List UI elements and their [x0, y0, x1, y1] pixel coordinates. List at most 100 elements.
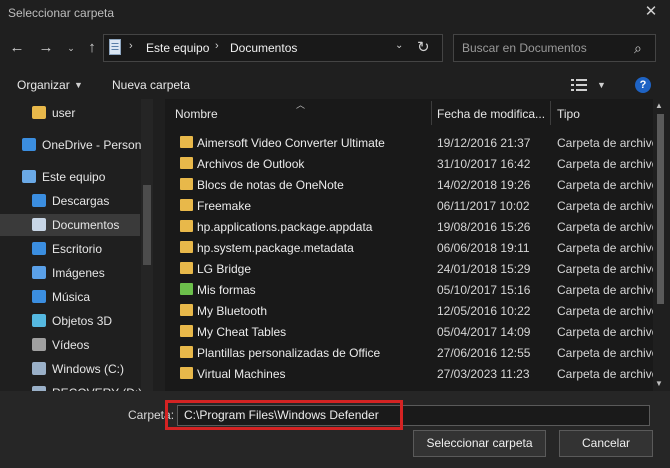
organize-caret-icon[interactable]: ▼	[74, 80, 83, 90]
column-date-header[interactable]: Fecha de modifica...	[437, 107, 545, 121]
back-arrow-icon[interactable]: ←	[7, 38, 27, 58]
table-row[interactable]: hp.applications.package.appdata 19/08/201…	[165, 216, 653, 237]
file-list-scrollbar-thumb[interactable]	[657, 114, 664, 304]
sidebar-item[interactable]: user	[0, 102, 140, 124]
document-icon	[109, 39, 121, 55]
sidebar-item-label: Música	[52, 290, 91, 304]
sidebar-item[interactable]: Imágenes	[0, 262, 140, 284]
file-list-header: ︿ Nombre Fecha de modifica... Tipo	[165, 99, 653, 127]
breadcrumb-documentos[interactable]: Documentos	[230, 41, 297, 55]
sidebar-item[interactable]: RECOVERY (D:)	[0, 382, 142, 391]
folder-icon	[180, 346, 193, 358]
sidebar-item-label: Documentos	[52, 218, 120, 232]
sidebar-item[interactable]: OneDrive - Person	[0, 134, 141, 156]
file-name: Archivos de Outlook	[197, 157, 305, 171]
table-row[interactable]: Plantillas personalizadas de Office 27/06…	[165, 342, 653, 363]
file-list[interactable]: ︿ Nombre Fecha de modifica... Tipo Aimer…	[165, 99, 653, 391]
sidebar-item-label: Objetos 3D	[52, 314, 113, 328]
file-name: hp.applications.package.appdata	[197, 220, 373, 234]
folder-icon	[180, 220, 193, 232]
close-icon[interactable]: ✕	[641, 2, 661, 22]
help-icon[interactable]: ?	[635, 77, 651, 93]
navigation-scrollbar-thumb[interactable]	[143, 185, 151, 265]
search-icon[interactable]: ⌕	[634, 40, 642, 57]
file-date: 19/08/2016 15:26	[437, 220, 531, 234]
sidebar-item[interactable]: Escritorio	[0, 238, 140, 260]
navigation-pane[interactable]: user OneDrive - Person Este equipo Descarga…	[0, 99, 155, 391]
file-type: Carpeta de archivos	[557, 157, 653, 171]
view-options-caret-icon[interactable]: ▼	[597, 80, 606, 90]
search-input[interactable]: Buscar en Documentos ⌕	[453, 34, 656, 62]
videos-icon	[32, 338, 46, 351]
breadcrumb-separator-icon[interactable]: ›	[215, 40, 219, 52]
file-type: Carpeta de archivos	[557, 346, 653, 360]
breadcrumb-este-equipo[interactable]: Este equipo	[146, 41, 209, 55]
table-row[interactable]: Aimersoft Video Converter Ultimate 19/12/…	[165, 132, 653, 153]
column-type-header[interactable]: Tipo	[557, 107, 580, 121]
objects3d-icon	[32, 314, 46, 327]
scroll-up-arrow-icon[interactable]: ▲	[655, 101, 663, 110]
address-bar[interactable]: › Este equipo › Documentos ⌄ ↻	[103, 34, 443, 62]
address-dropdown-chevron-icon[interactable]: ⌄	[395, 40, 403, 51]
download-icon	[32, 194, 46, 207]
column-name-header[interactable]: Nombre	[175, 107, 218, 121]
file-date: 24/01/2018 15:29	[437, 262, 531, 276]
search-placeholder: Buscar en Documentos	[462, 41, 587, 55]
table-row[interactable]: LG Bridge 24/01/2018 15:29 Carpeta de arch…	[165, 258, 653, 279]
folder-icon	[180, 325, 193, 337]
file-type: Carpeta de archivos	[557, 199, 653, 213]
table-row[interactable]: Archivos de Outlook 31/10/2017 16:42 Carpe…	[165, 153, 653, 174]
breadcrumb-separator-icon[interactable]: ›	[129, 40, 133, 52]
sidebar-item-label: Escritorio	[52, 242, 103, 256]
table-row[interactable]: Freemake 06/11/2017 10:02 Carpeta de archi…	[165, 195, 653, 216]
cancel-button[interactable]: Cancelar	[559, 430, 653, 457]
table-row[interactable]: Virtual Machines 27/03/2023 11:23 Carpeta …	[165, 363, 653, 384]
column-divider[interactable]	[550, 101, 551, 125]
file-date: 12/05/2016 10:22	[437, 304, 531, 318]
file-type: Carpeta de archivos	[557, 262, 653, 276]
sidebar-item-label: user	[52, 106, 76, 120]
file-type: Carpeta de archivos	[557, 220, 653, 234]
up-arrow-icon[interactable]: ↑	[82, 38, 102, 58]
file-name: My Cheat Tables	[197, 325, 287, 339]
folder-icon	[180, 136, 193, 148]
sidebar-item[interactable]: Windows (C:)	[0, 358, 140, 380]
file-date: 05/04/2017 14:09	[437, 325, 531, 339]
table-row[interactable]: My Bluetooth 12/05/2016 10:22 Carpeta de a…	[165, 300, 653, 321]
file-type: Carpeta de archivos	[557, 367, 653, 381]
folder-icon	[32, 106, 46, 119]
document-icon	[32, 218, 46, 231]
scroll-down-arrow-icon[interactable]: ▼	[655, 379, 663, 388]
view-options-icon[interactable]	[571, 78, 587, 92]
sidebar-item[interactable]: Documentos	[0, 214, 140, 236]
file-type: Carpeta de archivos	[557, 136, 653, 150]
folder-icon	[180, 157, 193, 169]
file-name: LG Bridge	[197, 262, 252, 276]
organize-button[interactable]: Organizar	[17, 78, 70, 92]
select-folder-button[interactable]: Seleccionar carpeta	[413, 430, 546, 457]
sidebar-item[interactable]: Música	[0, 286, 140, 308]
sidebar-item[interactable]: Objetos 3D	[0, 310, 140, 332]
file-date: 14/02/2018 19:26	[437, 178, 531, 192]
recent-locations-chevron-icon[interactable]: ⌄	[61, 38, 81, 58]
table-row[interactable]: hp.system.package.metadata 06/06/2018 19:…	[165, 237, 653, 258]
file-type: Carpeta de archivos	[557, 241, 653, 255]
file-date: 05/10/2017 15:16	[437, 283, 531, 297]
table-row[interactable]: My Cheat Tables 05/04/2017 14:09 Carpeta d…	[165, 321, 653, 342]
new-folder-button[interactable]: Nueva carpeta	[112, 78, 190, 92]
forward-arrow-icon[interactable]: →	[36, 38, 56, 58]
sidebar-item[interactable]: Descargas	[0, 190, 140, 212]
file-name: Virtual Machines	[197, 367, 286, 381]
table-row[interactable]: Blocs de notas de OneNote 14/02/2018 19:2…	[165, 174, 653, 195]
desktop-icon	[32, 242, 46, 255]
cloud-icon	[22, 138, 36, 151]
red-highlight-box	[165, 400, 403, 430]
file-date: 27/03/2023 11:23	[437, 367, 530, 381]
sidebar-item[interactable]: Vídeos	[0, 334, 140, 356]
table-row[interactable]: Mis formas 05/10/2017 15:16 Carpeta de arc…	[165, 279, 653, 300]
sidebar-item-label: Imágenes	[52, 266, 105, 280]
column-divider[interactable]	[431, 101, 432, 125]
refresh-icon[interactable]: ↻	[417, 38, 430, 56]
file-name: hp.system.package.metadata	[197, 241, 354, 255]
sidebar-item[interactable]: Este equipo	[0, 166, 140, 188]
